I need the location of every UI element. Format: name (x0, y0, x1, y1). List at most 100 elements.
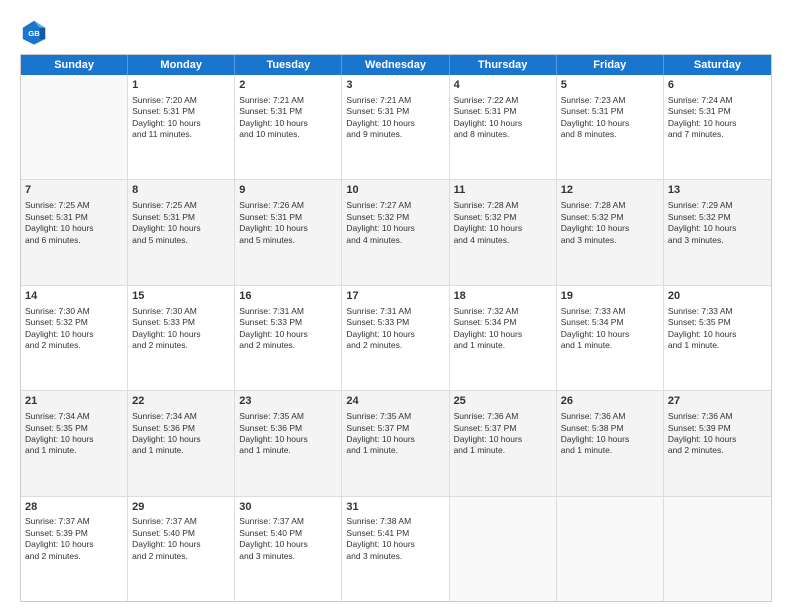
day-info: and 3 minutes. (561, 235, 659, 246)
day-number: 21 (25, 394, 123, 409)
day-number: 30 (239, 500, 337, 515)
calendar-day-header: Friday (557, 55, 664, 75)
day-number: 12 (561, 183, 659, 198)
calendar-cell: 1Sunrise: 7:20 AMSunset: 5:31 PMDaylight… (128, 75, 235, 179)
day-info: Sunset: 5:32 PM (561, 212, 659, 223)
day-info: Sunset: 5:31 PM (239, 212, 337, 223)
day-info: Sunrise: 7:30 AM (25, 306, 123, 317)
day-info: Sunrise: 7:31 AM (346, 306, 444, 317)
day-info: Daylight: 10 hours (132, 329, 230, 340)
svg-text:GB: GB (28, 29, 40, 38)
day-info: Daylight: 10 hours (346, 539, 444, 550)
day-number: 18 (454, 289, 552, 304)
calendar-row: 28Sunrise: 7:37 AMSunset: 5:39 PMDayligh… (21, 497, 771, 601)
day-info: Sunset: 5:35 PM (668, 317, 767, 328)
day-info: and 7 minutes. (668, 129, 767, 140)
page: GB SundayMondayTuesdayWednesdayThursdayF… (0, 0, 792, 612)
calendar-row: 7Sunrise: 7:25 AMSunset: 5:31 PMDaylight… (21, 180, 771, 285)
day-info: and 8 minutes. (454, 129, 552, 140)
calendar-day-header: Thursday (450, 55, 557, 75)
day-info: Sunset: 5:32 PM (346, 212, 444, 223)
day-info: and 3 minutes. (239, 551, 337, 562)
calendar-cell (557, 497, 664, 601)
day-info: Sunset: 5:32 PM (454, 212, 552, 223)
day-info: Sunset: 5:39 PM (25, 528, 123, 539)
day-info: Daylight: 10 hours (239, 434, 337, 445)
day-info: Sunset: 5:34 PM (561, 317, 659, 328)
logo-icon: GB (20, 18, 48, 46)
day-info: Daylight: 10 hours (561, 329, 659, 340)
day-info: Sunset: 5:33 PM (239, 317, 337, 328)
day-info: Sunset: 5:41 PM (346, 528, 444, 539)
day-number: 11 (454, 183, 552, 198)
day-number: 25 (454, 394, 552, 409)
calendar-cell: 5Sunrise: 7:23 AMSunset: 5:31 PMDaylight… (557, 75, 664, 179)
day-info: Daylight: 10 hours (25, 329, 123, 340)
day-info: Daylight: 10 hours (25, 434, 123, 445)
logo: GB (20, 18, 52, 46)
day-number: 3 (346, 78, 444, 93)
day-info: Daylight: 10 hours (346, 434, 444, 445)
day-info: Sunrise: 7:25 AM (25, 200, 123, 211)
day-info: Sunrise: 7:30 AM (132, 306, 230, 317)
day-info: Sunrise: 7:37 AM (132, 516, 230, 527)
day-number: 29 (132, 500, 230, 515)
day-info: Daylight: 10 hours (668, 118, 767, 129)
day-info: Daylight: 10 hours (561, 223, 659, 234)
day-info: Daylight: 10 hours (239, 223, 337, 234)
calendar-row: 21Sunrise: 7:34 AMSunset: 5:35 PMDayligh… (21, 391, 771, 496)
day-info: Sunset: 5:31 PM (561, 106, 659, 117)
calendar-cell: 10Sunrise: 7:27 AMSunset: 5:32 PMDayligh… (342, 180, 449, 284)
calendar-cell (664, 497, 771, 601)
day-info: Daylight: 10 hours (239, 118, 337, 129)
day-number: 14 (25, 289, 123, 304)
day-number: 20 (668, 289, 767, 304)
day-info: Sunrise: 7:22 AM (454, 95, 552, 106)
day-info: Sunrise: 7:36 AM (561, 411, 659, 422)
day-info: Sunrise: 7:26 AM (239, 200, 337, 211)
day-info: Sunrise: 7:21 AM (239, 95, 337, 106)
calendar-day-header: Sunday (21, 55, 128, 75)
day-info: Sunrise: 7:28 AM (454, 200, 552, 211)
day-info: Daylight: 10 hours (346, 329, 444, 340)
day-info: Sunset: 5:35 PM (25, 423, 123, 434)
day-info: Sunset: 5:31 PM (132, 106, 230, 117)
day-info: Sunrise: 7:32 AM (454, 306, 552, 317)
day-number: 17 (346, 289, 444, 304)
calendar-cell: 9Sunrise: 7:26 AMSunset: 5:31 PMDaylight… (235, 180, 342, 284)
day-number: 26 (561, 394, 659, 409)
day-info: Daylight: 10 hours (239, 539, 337, 550)
day-info: Sunset: 5:40 PM (239, 528, 337, 539)
calendar-cell: 31Sunrise: 7:38 AMSunset: 5:41 PMDayligh… (342, 497, 449, 601)
calendar-cell: 24Sunrise: 7:35 AMSunset: 5:37 PMDayligh… (342, 391, 449, 495)
calendar-cell: 20Sunrise: 7:33 AMSunset: 5:35 PMDayligh… (664, 286, 771, 390)
calendar-cell (21, 75, 128, 179)
calendar-cell (450, 497, 557, 601)
calendar-cell: 18Sunrise: 7:32 AMSunset: 5:34 PMDayligh… (450, 286, 557, 390)
calendar-cell: 15Sunrise: 7:30 AMSunset: 5:33 PMDayligh… (128, 286, 235, 390)
day-number: 15 (132, 289, 230, 304)
day-info: and 9 minutes. (346, 129, 444, 140)
day-info: and 2 minutes. (239, 340, 337, 351)
day-info: Sunset: 5:32 PM (668, 212, 767, 223)
day-info: Sunrise: 7:33 AM (561, 306, 659, 317)
calendar-cell: 2Sunrise: 7:21 AMSunset: 5:31 PMDaylight… (235, 75, 342, 179)
day-info: Sunrise: 7:38 AM (346, 516, 444, 527)
day-info: Sunset: 5:31 PM (239, 106, 337, 117)
calendar-cell: 28Sunrise: 7:37 AMSunset: 5:39 PMDayligh… (21, 497, 128, 601)
day-info: Sunrise: 7:36 AM (668, 411, 767, 422)
day-info: Daylight: 10 hours (454, 329, 552, 340)
day-info: Daylight: 10 hours (239, 329, 337, 340)
calendar-cell: 29Sunrise: 7:37 AMSunset: 5:40 PMDayligh… (128, 497, 235, 601)
day-number: 6 (668, 78, 767, 93)
calendar: SundayMondayTuesdayWednesdayThursdayFrid… (20, 54, 772, 602)
day-info: Sunset: 5:37 PM (454, 423, 552, 434)
day-info: and 2 minutes. (132, 340, 230, 351)
calendar-row: 1Sunrise: 7:20 AMSunset: 5:31 PMDaylight… (21, 75, 771, 180)
calendar-cell: 30Sunrise: 7:37 AMSunset: 5:40 PMDayligh… (235, 497, 342, 601)
calendar-cell: 26Sunrise: 7:36 AMSunset: 5:38 PMDayligh… (557, 391, 664, 495)
day-info: Daylight: 10 hours (454, 434, 552, 445)
day-info: Sunset: 5:40 PM (132, 528, 230, 539)
day-info: and 1 minute. (561, 340, 659, 351)
day-info: and 1 minute. (668, 340, 767, 351)
